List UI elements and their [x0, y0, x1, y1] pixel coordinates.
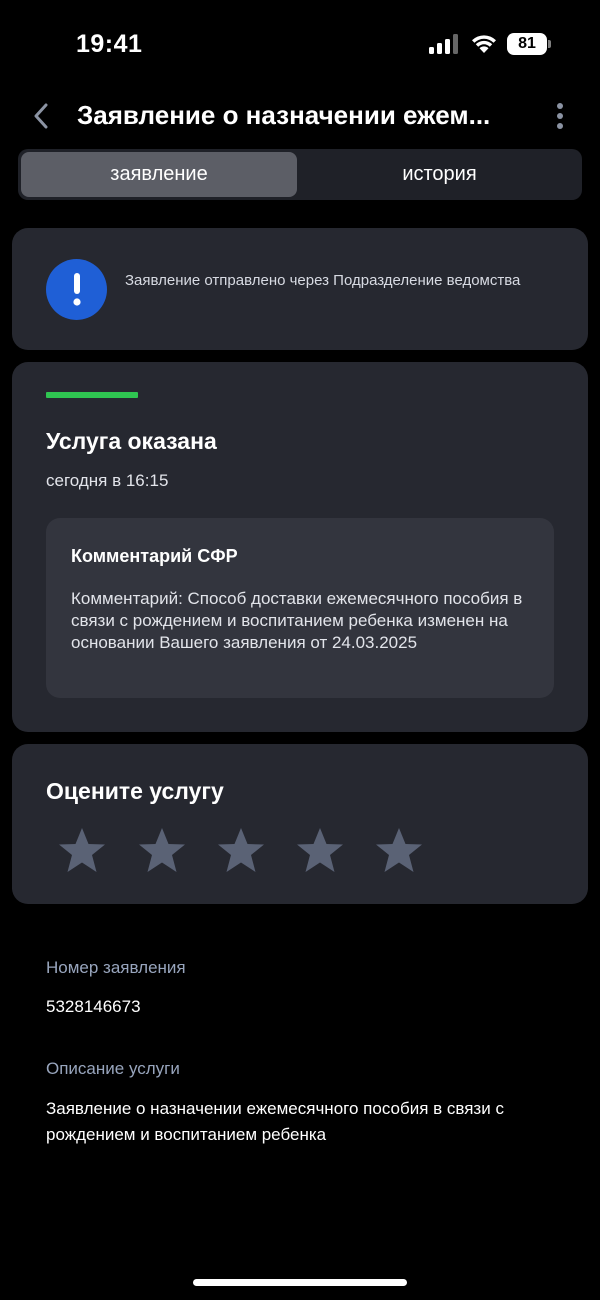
screen: 19:41 81 Заявление о назначении ежем... — [0, 0, 600, 1300]
home-indicator[interactable] — [193, 1279, 407, 1286]
status-card: Услуга оказана сегодня в 16:15 Комментар… — [12, 362, 588, 732]
star-icon[interactable] — [371, 824, 427, 880]
tab-history[interactable]: история — [300, 152, 579, 197]
comment-title: Комментарий СФР — [71, 546, 238, 566]
status-time: 19:41 — [76, 30, 143, 58]
page-title: Заявление о назначении ежем... — [77, 100, 491, 130]
tab-application[interactable]: заявление — [21, 152, 297, 197]
battery-level: 81 — [518, 35, 536, 52]
notice-card: Заявление отправлено через Подразделение… — [12, 228, 588, 350]
comment-box: Комментарий СФР Комментарий: Способ дост… — [46, 518, 554, 698]
status-timestamp: сегодня в 16:15 — [46, 471, 169, 490]
more-vertical-icon-dot — [557, 123, 563, 129]
application-number-value: 5328146673 — [46, 997, 141, 1016]
service-description-label: Описание услуги — [46, 1059, 180, 1078]
segmented-tabs: заявление история — [18, 149, 582, 200]
more-vertical-icon — [557, 103, 563, 109]
status-progress-line — [46, 392, 138, 398]
wifi-icon — [472, 35, 496, 53]
exclamation-icon — [46, 259, 107, 320]
star-icon[interactable] — [134, 824, 190, 880]
comment-text: Комментарий: Способ доставки ежемесячног… — [71, 589, 523, 652]
star-icon[interactable] — [213, 824, 269, 880]
status-bar: 19:41 81 — [0, 0, 600, 90]
signal-icon — [429, 34, 458, 54]
more-menu-button[interactable] — [548, 100, 572, 132]
star-icon[interactable] — [54, 824, 110, 880]
battery-tip — [548, 40, 551, 48]
status-title: Услуга оказана — [46, 428, 217, 454]
rating-card: Оцените услугу — [12, 744, 588, 904]
star-icon[interactable] — [292, 824, 348, 880]
battery-icon: 81 — [507, 33, 551, 55]
service-description-value: Заявление о назначении ежемесячного посо… — [46, 1099, 504, 1144]
back-button[interactable] — [24, 98, 58, 134]
application-number-label: Номер заявления — [46, 958, 186, 977]
rating-title: Оцените услугу — [46, 778, 224, 804]
chevron-left-icon — [34, 103, 48, 129]
more-vertical-icon-dot — [557, 113, 563, 119]
notice-text: Заявление отправлено через Подразделение… — [125, 272, 521, 289]
header: Заявление о назначении ежем... — [0, 90, 600, 142]
